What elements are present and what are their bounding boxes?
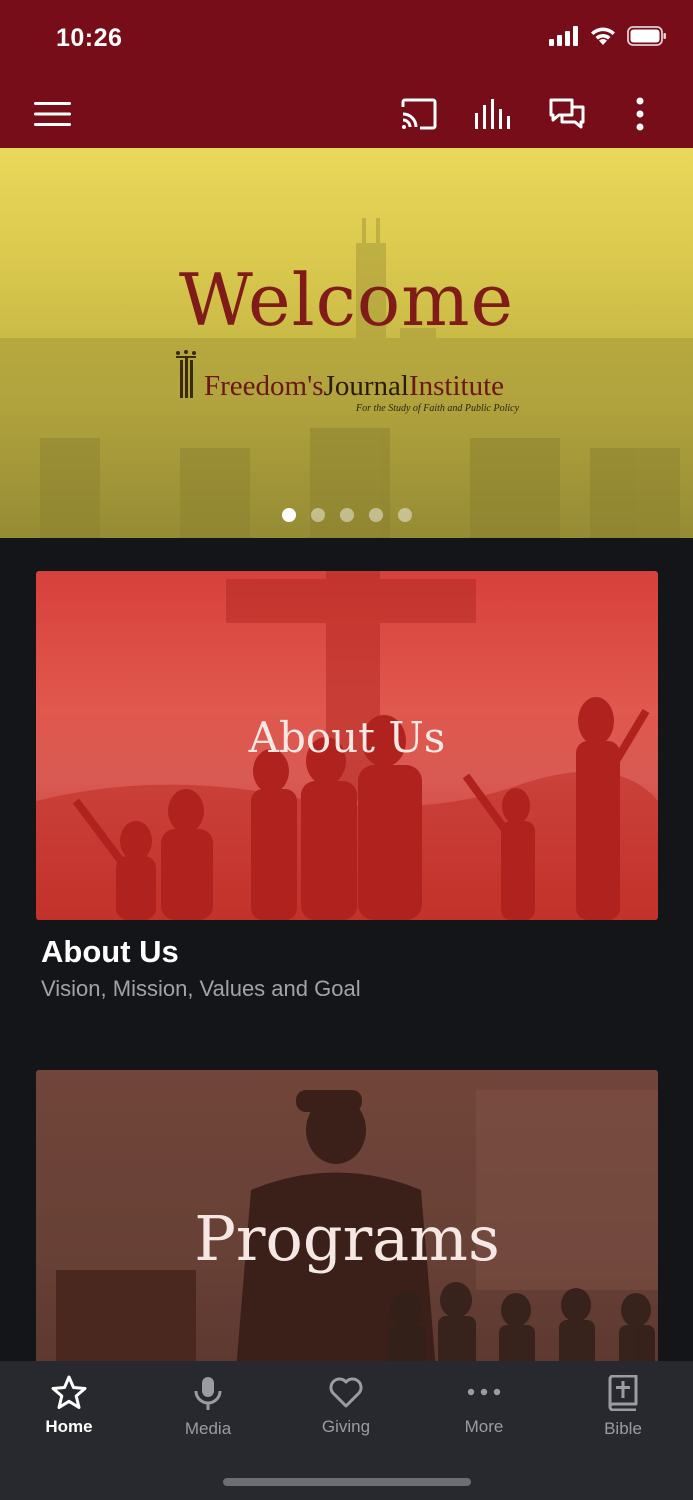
hero-carousel[interactable]: Welcome Freedom'sJournalInstitute For th… [0, 148, 693, 538]
tab-giving-label: Giving [321, 1417, 371, 1436]
overflow-menu-button[interactable] [616, 90, 664, 138]
carousel-pagination [0, 508, 693, 522]
menu-button[interactable] [29, 90, 77, 138]
bible-icon [608, 1375, 638, 1411]
programs-image-title: Programs [194, 1202, 500, 1275]
tab-media[interactable]: Media [148, 1375, 268, 1439]
carousel-dot[interactable] [368, 508, 383, 522]
star-icon [51, 1375, 87, 1409]
status-bar: 10:26 [0, 0, 693, 80]
microphone-icon [194, 1377, 222, 1410]
tab-media-label: Media [184, 1419, 232, 1438]
heart-icon [329, 1377, 363, 1408]
programs-card-image[interactable]: Programs [36, 1070, 658, 1370]
cast-icon [401, 98, 437, 130]
about-us-image-title: About Us [248, 713, 446, 762]
carousel-dot[interactable] [281, 508, 296, 522]
tab-home-label: Home [45, 1417, 93, 1436]
app-toolbar [0, 80, 693, 148]
tab-giving[interactable]: Giving [286, 1375, 406, 1437]
wifi-icon [591, 27, 615, 45]
status-time: 10:26 [56, 24, 123, 52]
institute-tagline: For the Study of Faith and Public Policy [356, 403, 520, 414]
carousel-dot[interactable] [397, 508, 412, 522]
about-us-title[interactable]: About Us [41, 934, 179, 970]
tab-bible-label: Bible [604, 1419, 642, 1438]
status-icons [549, 26, 667, 46]
battery-icon [627, 26, 666, 46]
institute-logo-icon [176, 350, 196, 398]
institute-logo-name: Freedom'sJournalInstitute [204, 370, 505, 402]
about-us-card-image[interactable]: About Us [36, 571, 658, 920]
tab-home[interactable]: Home [9, 1375, 129, 1437]
carousel-dot[interactable] [339, 508, 354, 522]
tab-more-label: More [464, 1417, 504, 1436]
home-indicator[interactable] [223, 1478, 471, 1486]
hero-title: Welcome [178, 258, 515, 342]
about-us-subtitle: Vision, Mission, Values and Goal [41, 976, 361, 1001]
ellipsis-icon [467, 1388, 501, 1396]
chat-button[interactable] [543, 90, 591, 138]
equalizer-icon [475, 99, 510, 129]
tab-more[interactable]: More [424, 1375, 544, 1437]
tab-bible[interactable]: Bible [563, 1375, 683, 1439]
cellular-signal-icon [549, 26, 578, 46]
chat-icon [549, 98, 585, 129]
city-skyline-image [0, 218, 693, 538]
audio-button[interactable] [469, 90, 517, 138]
cast-button[interactable] [395, 90, 443, 138]
more-vertical-icon [636, 97, 644, 131]
menu-icon [34, 102, 71, 126]
carousel-dot[interactable] [310, 508, 325, 522]
